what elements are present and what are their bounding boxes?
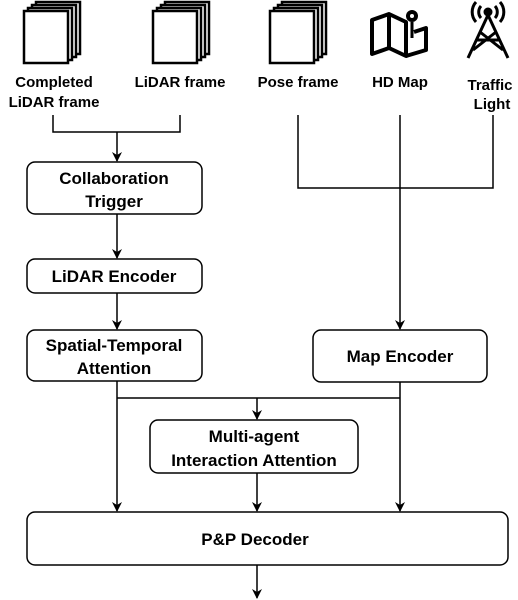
box-label: Spatial-Temporal — [46, 336, 183, 355]
lidar-encoder-box: LiDAR Encoder — [26, 258, 203, 294]
collaboration-trigger-box: Collaboration Trigger — [26, 161, 203, 215]
box-label: Map Encoder — [347, 347, 454, 366]
pp-decoder-box: P&P Decoder — [26, 511, 509, 566]
input-label-completed-lidar: Completed — [15, 74, 93, 91]
map-pin-icon — [370, 10, 428, 58]
box-label: Collaboration — [59, 169, 169, 188]
stacked-frames-icon — [268, 0, 328, 65]
signal-tower-icon — [466, 1, 510, 59]
input-label-lidar-frame: LiDAR frame — [135, 74, 226, 91]
box-label: Interaction Attention — [171, 451, 337, 470]
pipeline-diagram: Completed LiDAR frame LiDAR frame Pose f… — [9, 0, 513, 599]
stacked-frames-icon — [22, 0, 82, 65]
box-label: Trigger — [85, 192, 143, 211]
stacked-frames-icon — [151, 0, 211, 65]
input-label-pose-frame: Pose frame — [258, 74, 339, 91]
box-label: P&P Decoder — [201, 530, 309, 549]
box-label: LiDAR Encoder — [52, 267, 177, 286]
input-label-traffic: Traffic — [467, 77, 512, 94]
multi-agent-interaction-attention-box: Multi-agent Interaction Attention — [149, 419, 359, 474]
map-encoder-box: Map Encoder — [312, 329, 488, 383]
box-label: Attention — [77, 359, 152, 378]
input-label-hd-map: HD Map — [372, 74, 428, 91]
input-label-completed-lidar-2: LiDAR frame — [9, 94, 100, 111]
box-label: Multi-agent — [209, 427, 300, 446]
spatial-temporal-attention-box: Spatial-Temporal Attention — [26, 329, 203, 382]
input-label-light: Light — [474, 96, 511, 113]
